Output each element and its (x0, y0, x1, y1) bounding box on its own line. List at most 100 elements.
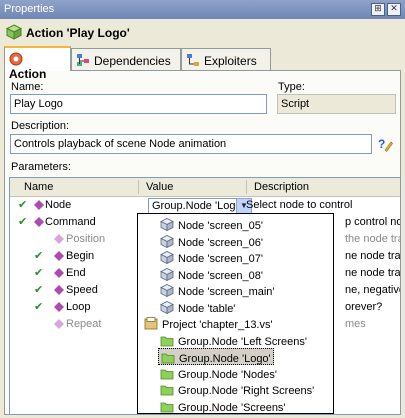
param-name: Position (66, 233, 106, 245)
check-icon: ✔ (34, 283, 44, 296)
tab-label: Dependencies (94, 54, 171, 68)
dropdown-item-label: Group.Node 'Nodes' (178, 368, 277, 381)
action-tab-icon (9, 52, 23, 66)
param-description: ne node track (345, 250, 401, 262)
node-dropdown-list[interactable]: Node 'screen_05' Node 'screen_06' Node 'sc… (137, 213, 334, 414)
dropdown-item[interactable]: Node 'screen_08' (158, 266, 265, 283)
action-cube-icon (6, 24, 22, 40)
column-name[interactable]: Name (24, 181, 53, 193)
close-icon[interactable]: ✕ (387, 3, 401, 16)
help-edit-icon[interactable]: ? (377, 136, 393, 152)
dropdown-item[interactable]: Node 'table' (158, 299, 237, 316)
dependencies-icon (77, 54, 89, 66)
exploiters-icon (187, 54, 199, 66)
dropdown-item[interactable]: Project 'chapter_13.vs' (142, 315, 275, 332)
page-title: Action 'Play Logo' (26, 26, 130, 40)
param-name: End (66, 267, 86, 279)
dropdown-item[interactable]: Group.Node 'Right Screens' (158, 381, 316, 398)
folder-icon (160, 336, 174, 346)
dropdown-item[interactable]: Node 'screen_main' (158, 282, 277, 299)
param-description: ne node track (345, 267, 401, 279)
node-cube-icon (160, 267, 174, 281)
param-name: Begin (66, 250, 95, 262)
param-name: Speed (66, 284, 98, 296)
parameters-label: Parameters: (11, 161, 71, 173)
param-icon (54, 251, 64, 261)
tab-exploiters[interactable]: Exploiters (181, 48, 271, 70)
param-description: ne, negative, p (345, 284, 400, 296)
param-name: Repeat (66, 318, 102, 330)
param-icon (54, 302, 64, 312)
param-description: the node trac (345, 233, 400, 245)
param-name: Node (45, 199, 72, 211)
tab-strip: Action Dependencies Exploiters (4, 46, 401, 81)
dropdown-item-label: Group.Node 'Screens' (178, 401, 286, 414)
column-divider[interactable] (246, 180, 247, 194)
dropdown-item[interactable]: Node 'screen_07' (158, 249, 265, 266)
param-row-node[interactable]: ✔ Node Group.Node 'Logo' ▼ Select node t… (10, 197, 400, 214)
param-description: Select node to control (246, 199, 353, 211)
folder-icon (160, 369, 174, 379)
dropdown-item[interactable]: Group.Node 'Screens' (158, 398, 288, 414)
folder-icon (160, 385, 174, 396)
project-icon (144, 317, 158, 330)
tab-label: Action (9, 67, 47, 81)
dropdown-item-label: Node 'screen_main' (178, 286, 275, 298)
param-icon (54, 285, 64, 295)
param-description: p control noc (345, 216, 400, 228)
svg-text:?: ? (378, 137, 385, 151)
dropdown-item-label: Node 'screen_07' (178, 253, 263, 265)
node-cube-icon (160, 284, 174, 297)
dropdown-item-label: Node 'screen_08' (178, 269, 263, 282)
dropdown-item[interactable]: Group.Node 'Left Screens' (158, 332, 309, 349)
tab-label: Exploiters (204, 54, 257, 68)
dropdown-item-label: Group.Node 'Left Screens' (178, 335, 307, 348)
param-icon (34, 217, 44, 227)
node-cube-icon (160, 218, 174, 231)
param-icon (54, 268, 64, 278)
param-description: mes (345, 318, 366, 330)
name-field[interactable]: Play Logo (10, 94, 267, 114)
type-field: Script (277, 94, 396, 114)
param-description: orever? (345, 301, 383, 313)
param-name: Command (45, 216, 96, 228)
check-icon: ✔ (18, 215, 28, 228)
window-title: Properties (4, 3, 55, 15)
node-cube-icon (160, 251, 174, 264)
folder-icon (160, 402, 174, 412)
check-icon: ✔ (18, 198, 28, 211)
window-titlebar: Properties ⊞ ✕ (0, 0, 405, 19)
check-icon: ✔ (34, 266, 44, 279)
pin-icon[interactable]: ⊞ (371, 3, 385, 16)
dropdown-item-label: Node 'screen_05' (178, 220, 263, 232)
param-name: Loop (66, 301, 91, 313)
description-label: Description: (11, 120, 70, 132)
dropdown-item-label: Node 'table' (178, 302, 236, 315)
dropdown-item-label: Group.Node 'Logo' (179, 353, 271, 365)
dropdown-item[interactable]: Node 'screen_05' (158, 216, 265, 233)
properties-header: Action 'Play Logo' (0, 19, 405, 45)
type-label: Type: (278, 81, 305, 93)
column-description[interactable]: Description (254, 181, 309, 193)
param-icon (54, 319, 64, 329)
dropdown-item[interactable]: Node 'screen_06' (158, 233, 265, 250)
grid-header: Name Value Description (10, 178, 400, 197)
node-cube-icon (160, 234, 174, 248)
description-field[interactable]: Controls playback of scene Node animatio… (10, 134, 372, 154)
folder-icon (161, 353, 175, 364)
dropdown-item-label: Project 'chapter_13.vs' (162, 319, 273, 331)
column-divider[interactable] (138, 180, 139, 194)
name-label: Name: (11, 81, 44, 93)
tab-action[interactable]: Action (4, 46, 71, 81)
check-icon: ✔ (34, 300, 44, 313)
node-cube-icon (160, 300, 174, 314)
param-icon (34, 200, 44, 210)
tab-dependencies[interactable]: Dependencies (71, 48, 181, 70)
param-icon (54, 234, 64, 244)
column-value[interactable]: Value (146, 181, 173, 193)
dropdown-item-selected[interactable]: Group.Node 'Logo' (158, 348, 274, 365)
dropdown-item[interactable]: Group.Node 'Nodes' (158, 365, 279, 382)
check-icon: ✔ (34, 249, 44, 262)
dropdown-item-label: Group.Node 'Right Screens' (178, 385, 315, 397)
dropdown-item-label: Node 'screen_06' (178, 236, 263, 249)
